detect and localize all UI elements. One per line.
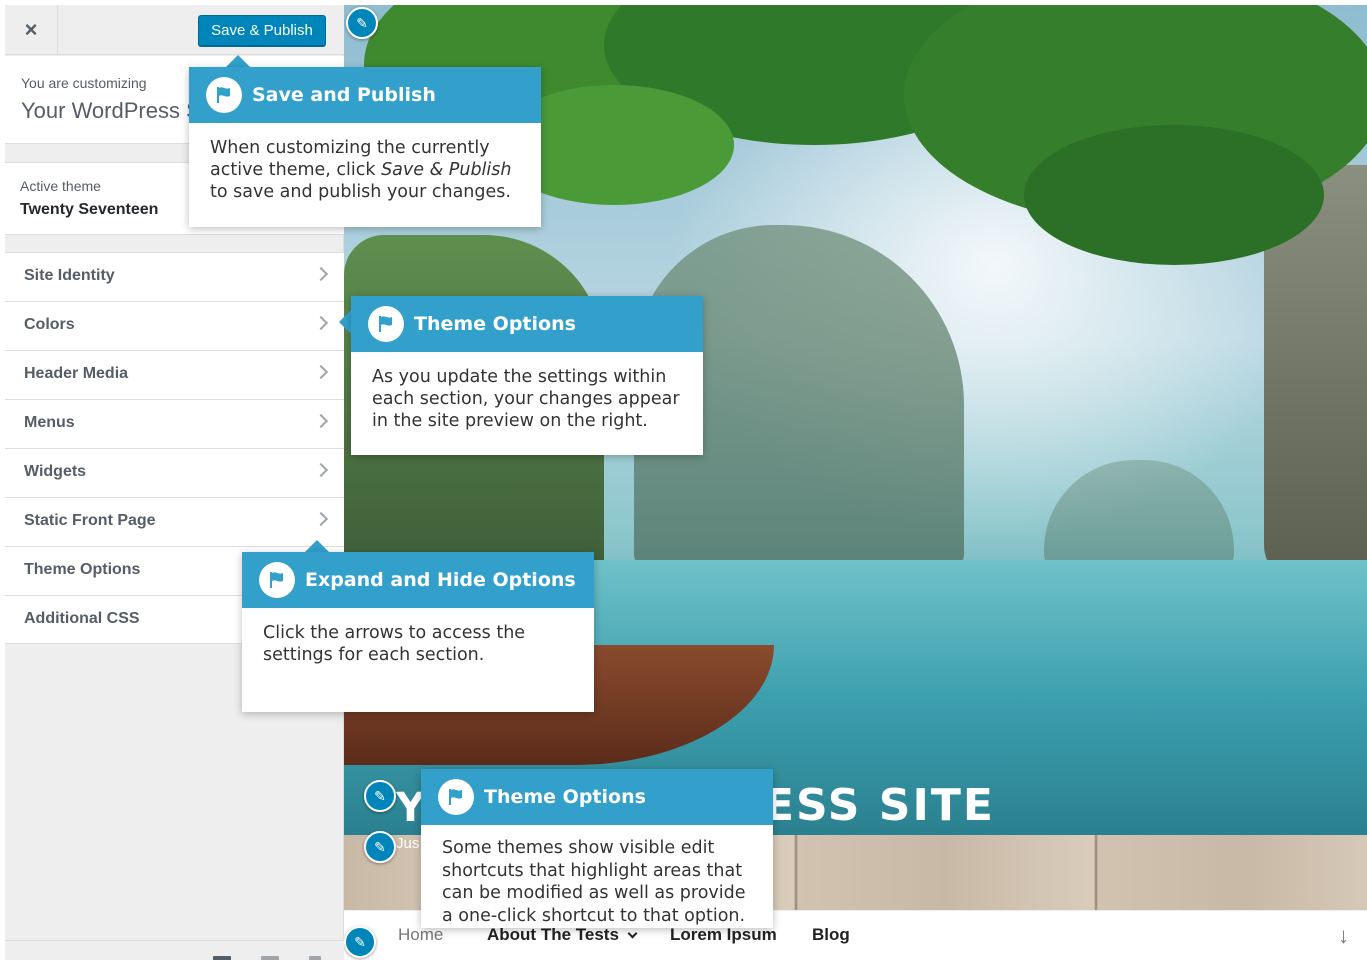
flag-icon — [206, 77, 242, 113]
sidebar-footer — [5, 940, 344, 960]
pointer-title: Theme Options — [414, 313, 576, 335]
pointer-theme-options: Theme Options As you update the settings… — [351, 296, 703, 455]
section-site-identity[interactable]: Site Identity — [5, 252, 344, 301]
section-header-media[interactable]: Header Media — [5, 350, 344, 399]
section-label: Site Identity — [24, 267, 115, 284]
pencil-icon[interactable]: ✎ — [344, 926, 376, 958]
sidebar-header: × Save & Publish — [5, 5, 344, 55]
chevron-right-icon — [313, 315, 329, 331]
site-title: ESS SITE — [764, 780, 995, 831]
pencil-icon[interactable]: ✎ — [364, 831, 396, 863]
tablet-preview-icon[interactable] — [261, 956, 279, 960]
foliage — [1024, 125, 1324, 265]
flag-icon — [438, 779, 474, 815]
pointer-arrow — [339, 310, 351, 334]
chevron-right-icon — [313, 462, 329, 478]
chevron-right-icon — [313, 266, 329, 282]
active-theme-name: Twenty Seventeen — [20, 201, 159, 218]
section-label: Menus — [24, 414, 75, 431]
pointer-title: Save and Publish — [252, 84, 436, 106]
arrow-down-icon[interactable]: ↓ — [1338, 923, 1349, 949]
chevron-right-icon — [313, 364, 329, 380]
chevron-right-icon — [313, 413, 329, 429]
pointer-edit-shortcuts: Theme Options Some themes show visible e… — [421, 769, 773, 928]
pointer-expand-hide: Expand and Hide Options Click the arrows… — [242, 552, 594, 712]
pointer-header: Theme Options — [421, 769, 773, 825]
pointer-body: When customizing the currently active th… — [189, 123, 541, 223]
pointer-text: to save and publish your changes. — [210, 182, 511, 202]
site-tagline-fragment: Jus — [396, 835, 420, 852]
pointer-title: Theme Options — [484, 786, 646, 808]
pointer-body: Click the arrows to access the settings … — [263, 623, 526, 665]
section-menus[interactable]: Menus — [5, 399, 344, 448]
pointer-save-publish: Save and Publish When customizing the cu… — [189, 67, 541, 227]
flag-icon — [368, 306, 404, 342]
desktop-preview-icon[interactable] — [213, 956, 231, 960]
mobile-preview-icon[interactable] — [309, 956, 321, 960]
chevron-right-icon — [313, 511, 329, 527]
close-icon[interactable]: × — [5, 5, 58, 55]
pointer-header: Expand and Hide Options — [242, 552, 594, 608]
pointer-arrow — [305, 540, 329, 552]
active-theme-label: Active theme — [20, 178, 101, 194]
section-label: Theme Options — [24, 561, 141, 578]
pointer-header: Theme Options — [351, 296, 703, 352]
nav-blog[interactable]: Blog — [812, 925, 850, 945]
pencil-icon[interactable]: ✎ — [364, 780, 396, 812]
section-label: Additional CSS — [24, 610, 140, 627]
pointer-text-emphasis: Save & Publish — [381, 160, 512, 180]
flag-icon — [259, 562, 295, 598]
pointer-arrow — [226, 55, 250, 67]
pointer-body: Some themes show visible edit shortcuts … — [442, 838, 746, 926]
section-widgets[interactable]: Widgets — [5, 448, 344, 497]
pencil-icon[interactable]: ✎ — [346, 7, 378, 39]
section-label: Static Front Page — [24, 512, 156, 529]
pointer-title: Expand and Hide Options — [305, 569, 576, 591]
section-label: Colors — [24, 316, 75, 333]
section-label: Header Media — [24, 365, 129, 382]
pointer-header: Save and Publish — [189, 67, 541, 123]
section-colors[interactable]: Colors — [5, 301, 344, 350]
section-static-front-page[interactable]: Static Front Page — [5, 497, 344, 546]
customizing-label: You are customizing — [21, 75, 147, 91]
section-label: Widgets — [24, 463, 87, 480]
pointer-body: As you update the settings within each s… — [372, 367, 680, 431]
save-publish-button[interactable]: Save & Publish — [198, 15, 326, 46]
